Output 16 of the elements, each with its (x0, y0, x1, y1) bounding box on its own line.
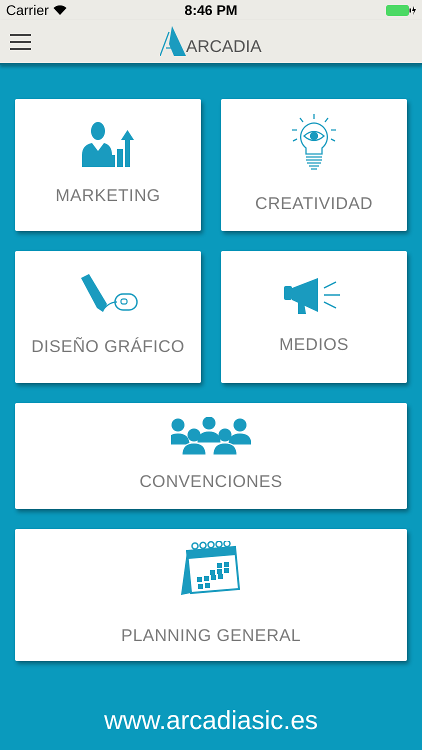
clock: 8:46 PM (184, 0, 238, 20)
menu-tile[interactable]: PLANNING GENERAL (15, 529, 407, 661)
website-link[interactable]: www.arcadiasic.es (104, 701, 318, 740)
businessman-chart-icon (82, 121, 134, 168)
menu-tile[interactable]: MARKETING (15, 99, 201, 231)
carrier-label: Carrier (6, 0, 49, 20)
battery-icon (386, 4, 416, 16)
wifi-icon (52, 5, 67, 15)
group-people-icon (171, 417, 251, 458)
menu-tile[interactable]: CONVENCIONES (15, 403, 407, 509)
menu-tile[interactable]: CREATIVIDAD (221, 99, 407, 231)
menu-icon[interactable] (10, 34, 31, 50)
logo-text: ARCADIA (186, 38, 262, 55)
menu-tile[interactable]: DISEÑO GRÁFICO (15, 251, 201, 383)
menu-tile[interactable]: MEDIOS (221, 251, 407, 383)
logo-icon (160, 26, 186, 56)
